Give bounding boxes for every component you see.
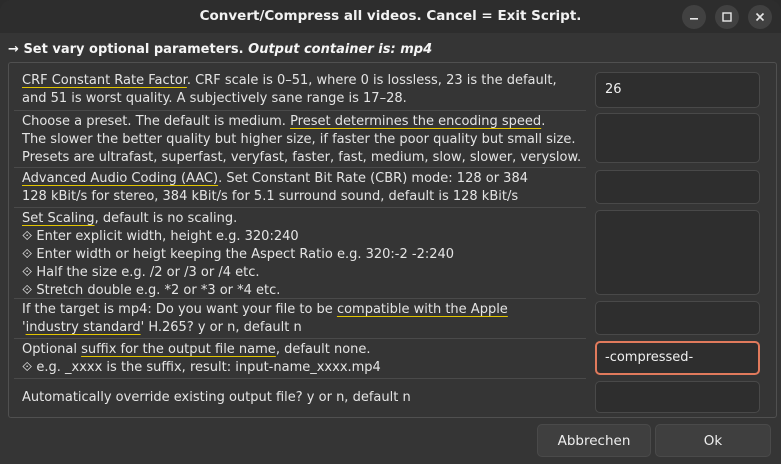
scaling-input[interactable] [595,210,760,295]
maximize-button[interactable] [715,5,739,29]
close-icon [755,12,765,22]
audio-bitrate-input[interactable] [595,170,760,204]
apple-text-2: ' H.265? y or n, default n [140,320,302,335]
apple-text: If the target is mp4: Do you want your f… [22,302,337,317]
preset-link: Preset determines the encoding speed [290,114,542,129]
separator [14,378,586,379]
crf-link: CRF Constant Rate Factor [22,73,187,88]
scaling-option-explicit: ⟐ Enter explicit width, height e.g. 320:… [22,229,299,244]
scaling-option-half: ⟐ Half the size e.g. /2 or /3 or /4 etc. [22,265,260,280]
title-bar[interactable]: Convert/Compress all videos. Cancel = Ex… [0,0,781,33]
crf-input[interactable]: 26 [595,72,760,108]
scaling-link: Set Scaling [22,211,95,226]
preset-input[interactable] [595,113,760,163]
apple-compat-label: If the target is mp4: Do you want your f… [22,301,508,337]
arrow-icon: → [8,42,19,57]
separator [14,110,586,111]
cancel-button[interactable]: Abbrechen [537,424,651,457]
separator [14,338,586,339]
aac-link: Advanced Audio Coding (AAC) [22,171,219,186]
crf-label: CRF Constant Rate Factor. CRF scale is 0… [22,72,557,108]
aac-label: Advanced Audio Coding (AAC). Set Constan… [22,170,528,206]
minimize-icon [690,18,698,20]
crf-text-2: and 51 is worst quality. A subjectively … [22,91,407,106]
scaling-text: , default is no scaling. [94,211,238,226]
preset-text-3: Presets are ultrafast, superfast, veryfa… [22,150,582,165]
preset-text: Choose a preset. The default is medium. [22,114,291,129]
minimize-button[interactable] [682,5,706,29]
scaling-label: Set Scaling, default is no scaling. ⟐ En… [22,210,454,300]
dialog-window: Convert/Compress all videos. Cancel = Ex… [0,0,781,464]
separator [14,298,586,299]
industry-standard-link: industry standard [25,320,141,335]
scaling-option-aspect: ⟐ Enter width or heigt keeping the Aspec… [22,247,455,262]
separator [14,207,586,208]
crf-text: . CRF scale is 0–51, where 0 is lossless… [186,73,557,88]
suffix-input[interactable]: -compressed- [595,341,760,375]
window-title: Convert/Compress all videos. Cancel = Ex… [199,8,582,24]
output-container-text: Output container is: mp4 [248,42,433,57]
preset-period: . [541,114,546,129]
apple-compat-input[interactable] [595,301,760,335]
suffix-text: Optional [22,342,82,357]
section-heading: → Set vary optional parameters. Output c… [8,42,432,57]
aac-text: . Set Constant Bit Rate (CBR) mode: 128 … [218,171,528,186]
suffix-text-2: , default none. [275,342,371,357]
override-label: Automatically override existing output f… [22,390,411,405]
suffix-label: Optional suffix for the output file name… [22,341,381,377]
suffix-link: suffix for the output file name [81,342,276,357]
maximize-icon [722,12,732,22]
separator [14,167,586,168]
suffix-example: ⟐ e.g. _xxxx is the suffix, result: inpu… [22,360,381,375]
apple-link: compatible with the Apple [336,302,508,317]
preset-text-2: The slower the better quality but higher… [22,132,576,147]
close-button[interactable] [748,5,772,29]
aac-text-2: 128 kBit/s for stereo, 384 kBit/s for 5.… [22,189,519,204]
preset-label: Choose a preset. The default is medium. … [22,113,581,167]
override-input[interactable] [595,381,760,413]
section-label: Set vary optional parameters. [23,42,244,57]
ok-button[interactable]: Ok [655,424,771,457]
